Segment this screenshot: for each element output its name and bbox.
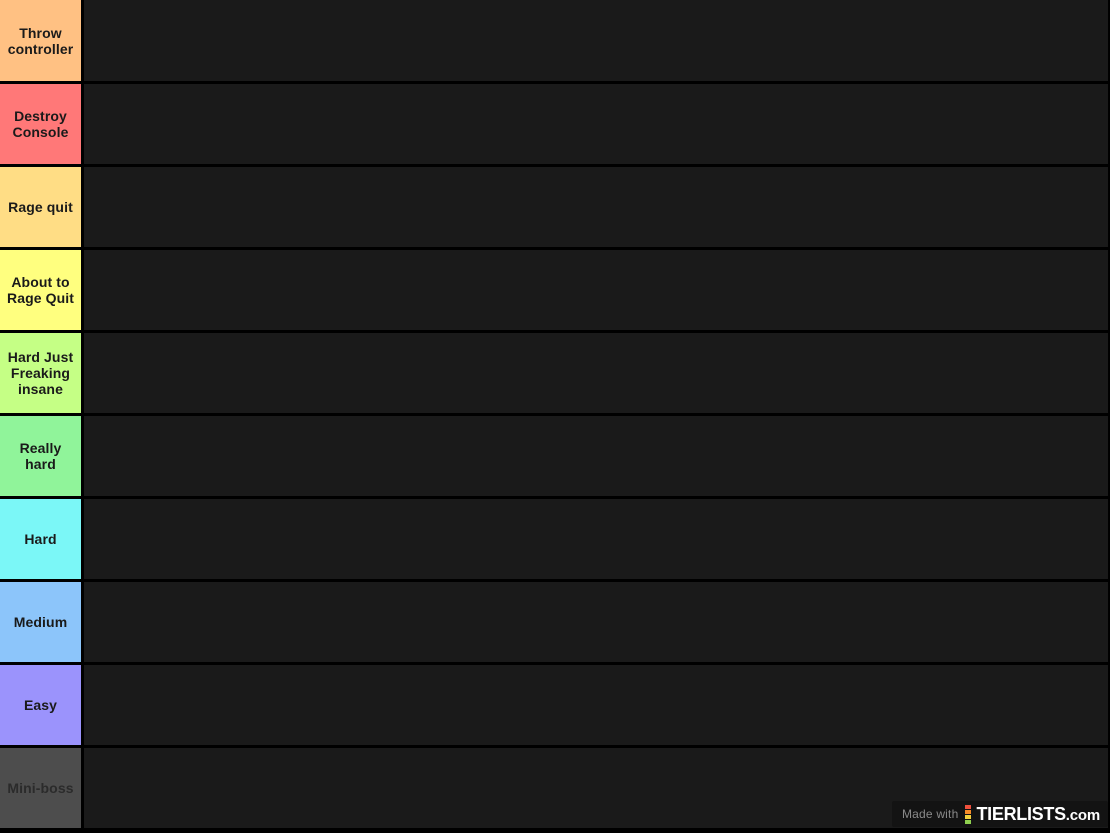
tier-label[interactable]: About to Rage Quit [0,250,84,330]
tier-drop-area[interactable] [84,167,1110,247]
tier-row: Destroy Console [0,84,1110,167]
tier-drop-area[interactable] [84,0,1110,81]
watermark-made-with-label: Made with [901,807,959,821]
tier-row: Medium [0,582,1110,665]
tier-row: Hard [0,499,1110,582]
tier-row: Throw controller [0,0,1110,84]
tier-label[interactable]: Really hard [0,416,84,496]
tier-label[interactable]: Hard Just Freaking insane [0,333,84,413]
tier-label[interactable]: Easy [0,665,84,745]
tier-drop-area[interactable] [84,416,1110,496]
tier-label[interactable]: Throw controller [0,0,84,81]
tier-drop-area[interactable] [84,665,1110,745]
tier-list-board: Throw controller Destroy Console Rage quit… [0,0,1110,833]
tier-drop-area[interactable] [84,582,1110,662]
logo-square-1 [965,804,972,809]
tier-row: About to Rage Quit [0,250,1110,333]
tier-label[interactable]: Mini-boss [0,748,84,828]
logo-square-3 [965,814,972,819]
tier-drop-area[interactable] [84,250,1110,330]
watermark-brand-name: TIERLISTS.com [976,804,1100,825]
tier-row: Really hard [0,416,1110,499]
tier-row: Easy [0,665,1110,748]
watermark-brand-word: TIERLISTS [976,803,1066,824]
tier-row: Hard Just Freaking insane [0,333,1110,416]
tier-rows-container: Throw controller Destroy Console Rage quit… [0,0,1110,831]
logo-square-2 [965,809,972,814]
tierlists-stack-icon [965,804,972,824]
tier-drop-area[interactable] [84,84,1110,164]
tier-row: Rage quit [0,167,1110,250]
tierlists-watermark-badge[interactable]: Made with TIERLISTS.com [891,801,1108,827]
logo-square-4 [965,819,972,824]
tier-drop-area[interactable] [84,333,1110,413]
tier-drop-area[interactable] [84,499,1110,579]
tier-label[interactable]: Rage quit [0,167,84,247]
tier-label[interactable]: Hard [0,499,84,579]
tier-label[interactable]: Destroy Console [0,84,84,164]
tier-label[interactable]: Medium [0,582,84,662]
watermark-brand-tld: .com [1065,806,1100,824]
